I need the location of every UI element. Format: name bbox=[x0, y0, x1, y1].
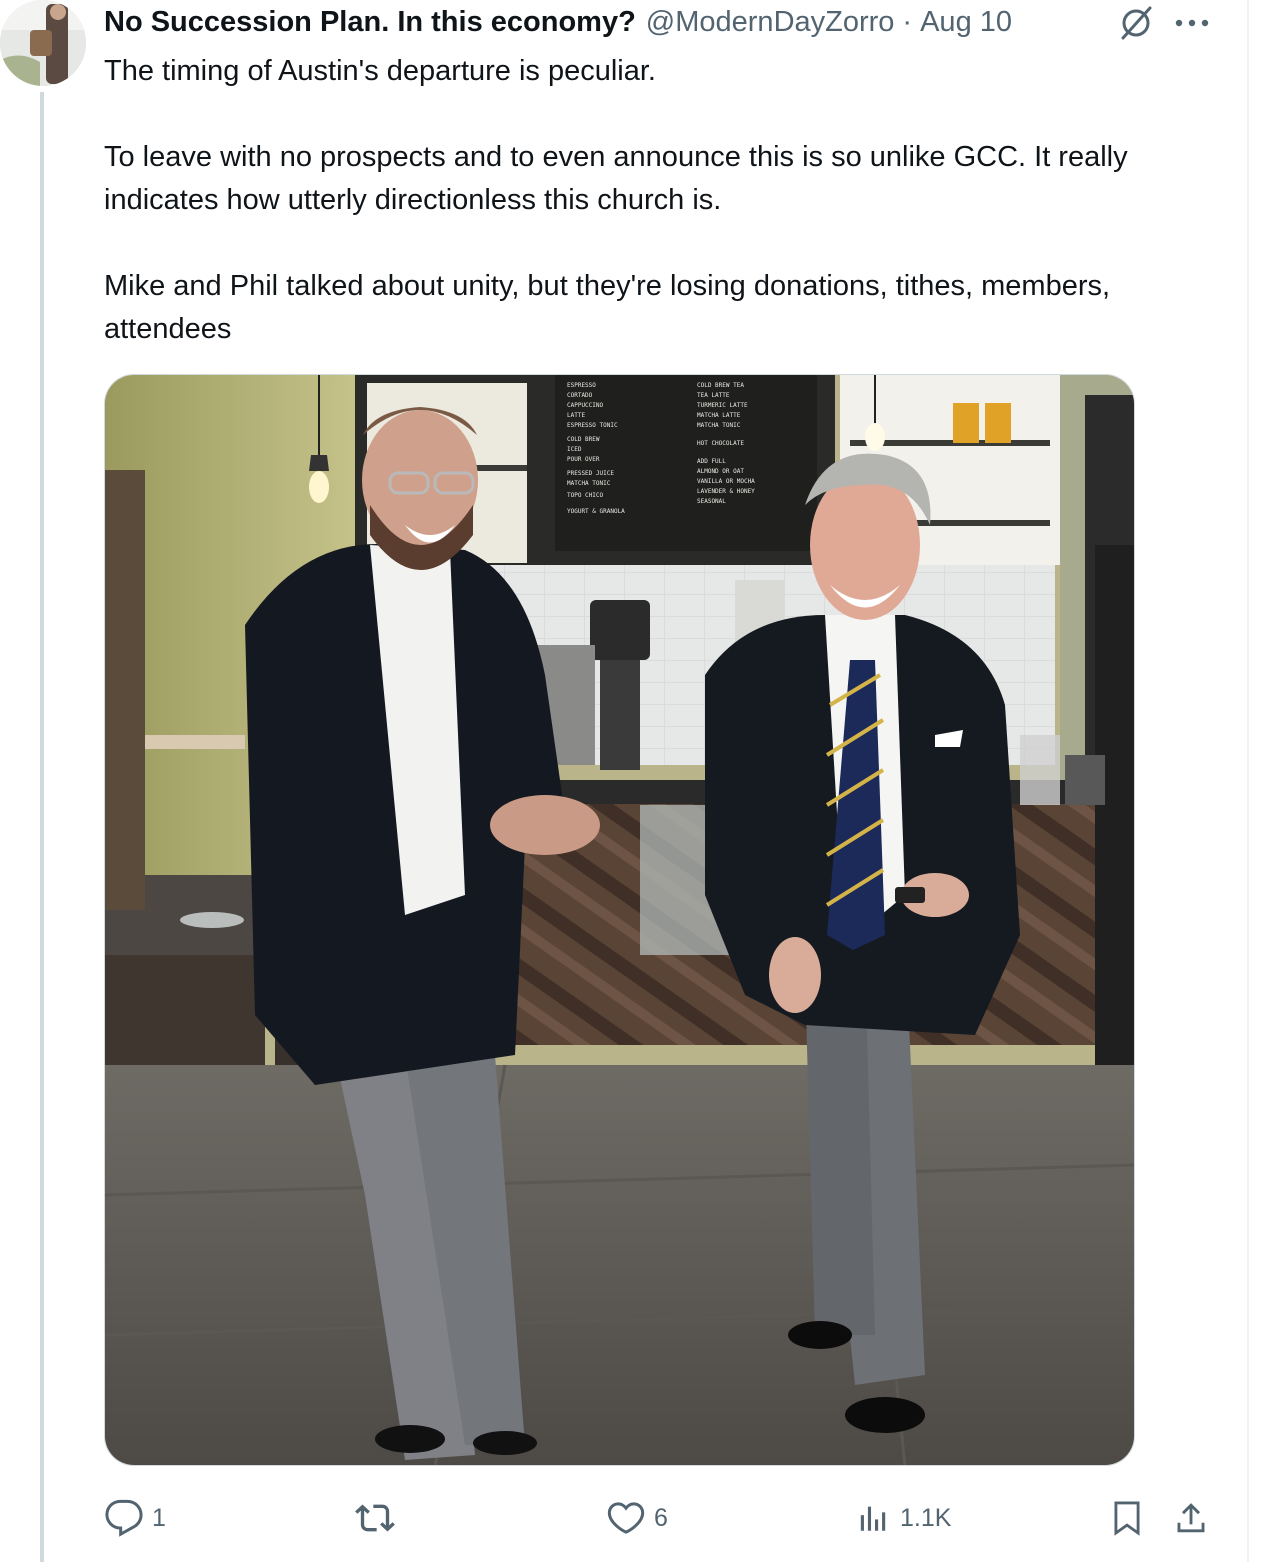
menu-board-item: ICED bbox=[567, 446, 582, 453]
menu-board-item: ESPRESSO bbox=[567, 382, 596, 389]
action-bar: 1 6 1.1K bbox=[0, 1496, 1264, 1540]
views-button[interactable]: 1.1K bbox=[858, 1496, 951, 1540]
avatar-image bbox=[0, 0, 86, 86]
menu-board-item: YOGURT & GRANOLA bbox=[567, 508, 625, 515]
menu-board-item: COLD BREW TEA bbox=[697, 382, 744, 389]
share-button[interactable] bbox=[1172, 1496, 1210, 1540]
retweet-button[interactable] bbox=[354, 1496, 404, 1540]
bookmark-icon bbox=[1114, 1501, 1140, 1536]
menu-board-item: MATCHA TONIC bbox=[567, 480, 611, 487]
tweet-date[interactable]: Aug 10 bbox=[920, 6, 1012, 39]
display-name[interactable]: No Succession Plan. In this economy? bbox=[104, 6, 636, 39]
tweet-photo[interactable]: ESPRESSO CORTADO CAPPUCCINO LATTE ESPRES… bbox=[104, 374, 1135, 1466]
tweet[interactable]: No Succession Plan. In this economy? @Mo… bbox=[0, 0, 1264, 1562]
menu-board-item: POUR OVER bbox=[567, 456, 600, 463]
avatar[interactable] bbox=[0, 0, 86, 86]
reply-button[interactable]: 1 bbox=[104, 1496, 166, 1540]
menu-board-item: SEASONAL bbox=[697, 498, 726, 505]
menu-board-item: COLD BREW bbox=[567, 436, 600, 443]
tweet-paragraph: Mike and Phil talked about unity, but th… bbox=[104, 270, 1111, 345]
tweet-paragraph: To leave with no prospects and to even a… bbox=[104, 141, 1128, 216]
grok-icon[interactable] bbox=[1117, 4, 1155, 47]
photo-scene: ESPRESSO CORTADO CAPPUCCINO LATTE ESPRES… bbox=[105, 375, 1134, 1465]
menu-board-item: ADD FULL bbox=[697, 458, 726, 465]
share-icon bbox=[1177, 1503, 1205, 1533]
bookmark-button[interactable] bbox=[1108, 1496, 1146, 1540]
handle[interactable]: @ModernDayZorro bbox=[646, 6, 895, 39]
tweet-header: No Succession Plan. In this economy? @Mo… bbox=[104, 2, 1012, 42]
menu-board-item: MATCHA TONIC bbox=[697, 422, 741, 429]
menu-board-item: TOPO CHICO bbox=[567, 492, 604, 499]
menu-board-item: CORTADO bbox=[567, 392, 593, 399]
menu-board-item: LATTE bbox=[567, 412, 585, 419]
timeline-border bbox=[1247, 0, 1249, 1562]
views-count: 1.1K bbox=[900, 1503, 952, 1532]
menu-board-item: ESPRESSO TONIC bbox=[567, 422, 618, 429]
menu-board-item: VANILLA OR MOCHA bbox=[697, 478, 755, 485]
thread-line bbox=[40, 92, 44, 1562]
reply-count: 1 bbox=[152, 1503, 166, 1532]
tweet-text: The timing of Austin's departure is pecu… bbox=[104, 50, 1214, 351]
heart-icon bbox=[607, 1502, 645, 1534]
separator-dot: · bbox=[902, 5, 913, 38]
menu-board-item: HOT CHOCOLATE bbox=[697, 440, 744, 447]
menu-board-item: TURMERIC LATTE bbox=[697, 402, 748, 409]
menu-board-item: MATCHA LATTE bbox=[697, 412, 741, 419]
views-icon bbox=[860, 1506, 886, 1531]
more-icon[interactable] bbox=[1172, 4, 1212, 47]
retweet-icon bbox=[355, 1504, 395, 1532]
like-count: 6 bbox=[654, 1503, 668, 1532]
menu-board-item: LAVENDER & HONEY bbox=[697, 488, 755, 495]
tweet-paragraph: The timing of Austin's departure is pecu… bbox=[104, 55, 656, 87]
reply-icon bbox=[105, 1499, 143, 1537]
menu-board-item: ALMOND OR OAT bbox=[697, 468, 744, 475]
menu-board-item: TEA LATTE bbox=[697, 392, 730, 399]
menu-board-item: PRESSED JUICE bbox=[567, 470, 614, 477]
like-button[interactable]: 6 bbox=[606, 1496, 668, 1540]
menu-board-item: CAPPUCCINO bbox=[567, 402, 604, 409]
